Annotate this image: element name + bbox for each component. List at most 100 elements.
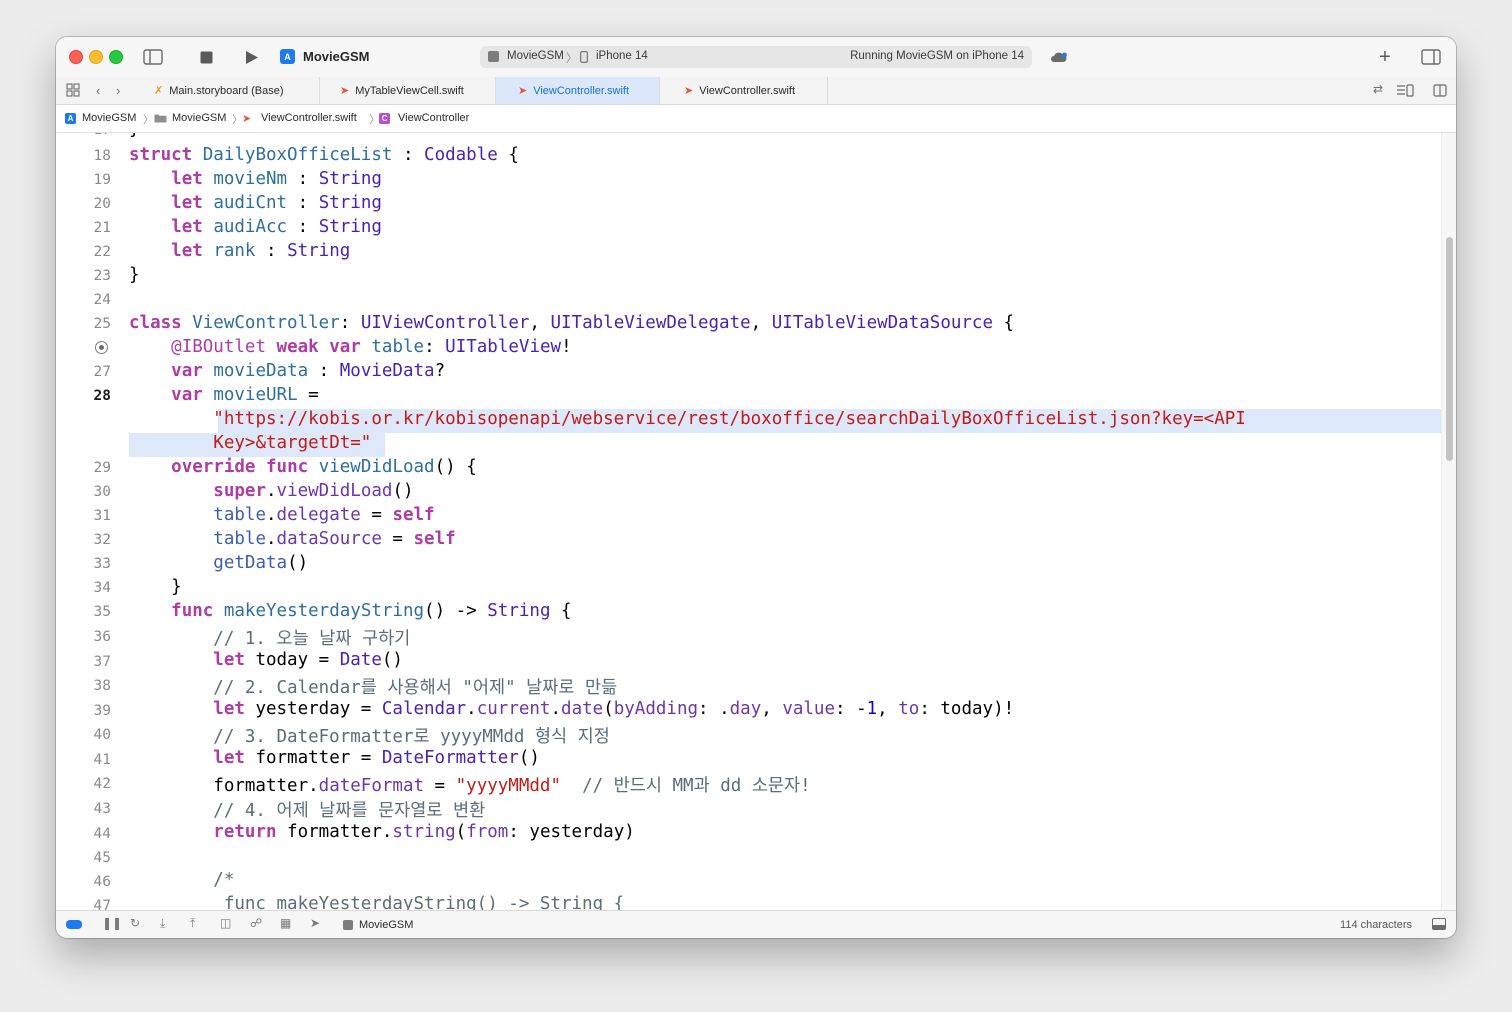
- crumb-symbol[interactable]: ViewController: [398, 112, 469, 124]
- editor-tab-bar: ‹ › ✗ Main.storyboard (Base) ➤ MyTableVi…: [56, 77, 1456, 105]
- line-number: 21: [93, 220, 111, 236]
- project-icon: A: [65, 113, 76, 124]
- console-toggle-icon[interactable]: [1432, 918, 1446, 930]
- line-number: 29: [93, 460, 111, 476]
- crumb-file[interactable]: ViewController.swift: [261, 112, 357, 124]
- line-number: 19: [93, 172, 111, 188]
- line-number: 34: [93, 580, 111, 596]
- stop-button[interactable]: [195, 46, 217, 68]
- code-line: var movieData : MovieData?: [171, 361, 446, 381]
- outlet-connection-icon[interactable]: [95, 341, 108, 354]
- line-number: 23: [93, 268, 111, 284]
- run-button[interactable]: [241, 46, 263, 68]
- debug-process-name[interactable]: MovieGSM: [359, 919, 413, 931]
- line-number: 45: [93, 850, 111, 866]
- tab-viewcontroller[interactable]: ➤ ViewController.swift: [660, 77, 828, 104]
- grid-icon: [66, 83, 80, 97]
- app-name: MovieGSM: [303, 49, 370, 64]
- swift-icon: ➤: [684, 85, 694, 97]
- toggle-inspector-button[interactable]: [1420, 46, 1442, 68]
- code-line: let audiAcc : String: [171, 217, 382, 237]
- swift-icon: ➤: [340, 85, 350, 97]
- debug-bar: ❚❚ ↻ ⤓ ⤒ ◫ ☍ ▦ ➤ MovieGSM 114 characters: [56, 910, 1456, 938]
- tab-main-storyboard[interactable]: ✗ Main.storyboard (Base): [134, 77, 320, 104]
- code-comment: // 2. Calendar를 사용해서 "어제" 날짜로 만듦: [129, 678, 618, 698]
- tab-mytableviewcell[interactable]: ➤ MyTableViewCell.swift: [320, 77, 496, 104]
- code-line: }: [129, 577, 182, 597]
- scheme-selector[interactable]: MovieGSM 〉 iPhone 14 Running MovieGSM on…: [480, 46, 1032, 68]
- code-line: let yesterday = Calendar.current.date(by…: [213, 699, 1015, 719]
- current-line-number: 28: [93, 388, 111, 404]
- code-line: let movieNm : String: [171, 169, 382, 189]
- swap-icon[interactable]: ⇄: [1373, 82, 1383, 96]
- step-over-icon[interactable]: ↻: [130, 916, 140, 930]
- code-line: class ViewController: UIViewController, …: [129, 313, 1015, 333]
- line-number: 27: [93, 364, 111, 380]
- add-button[interactable]: +: [1374, 46, 1396, 68]
- split-editor-button[interactable]: [1429, 79, 1451, 101]
- code-comment: func makeYesterdayString() -> String {: [129, 894, 625, 910]
- code-line: let formatter = DateFormatter(): [213, 748, 540, 768]
- class-icon: C: [379, 113, 390, 124]
- location-icon[interactable]: ➤: [310, 916, 320, 930]
- line-number: 46: [93, 874, 111, 890]
- toggle-navigator-button[interactable]: [142, 46, 164, 68]
- step-into-icon[interactable]: ⤓: [160, 916, 165, 931]
- line-number: 31: [93, 508, 111, 524]
- code-line: let audiCnt : String: [171, 193, 382, 213]
- code-line: let today = Date(): [213, 650, 403, 670]
- tab-label: Main.storyboard (Base): [169, 84, 284, 97]
- code-line: Key>&targetDt=": [213, 433, 372, 453]
- code-line: super.viewDidLoad(): [213, 481, 414, 501]
- pause-icon[interactable]: ❚❚: [102, 916, 122, 930]
- memory-graph-icon[interactable]: ☍: [250, 916, 262, 930]
- cloud-status[interactable]: [1048, 46, 1070, 68]
- tab-label: ViewController.swift: [699, 84, 795, 97]
- close-window-button[interactable]: [69, 50, 83, 64]
- line-number: 38: [93, 678, 111, 694]
- storyboard-icon: ✗: [154, 85, 164, 97]
- split-icon: [1433, 83, 1447, 97]
- line-number: 17: [56, 133, 111, 138]
- line-number: 18: [93, 148, 111, 164]
- zoom-window-button[interactable]: [109, 50, 123, 64]
- crumb-group[interactable]: MovieGSM: [172, 112, 226, 124]
- line-number: 20: [93, 196, 111, 212]
- cloud-icon: [1051, 52, 1067, 62]
- debug-area-toggle[interactable]: [66, 920, 82, 929]
- tab-viewcontroller-active[interactable]: ➤ ViewController.swift: [496, 77, 660, 104]
- step-out-icon[interactable]: ⤒: [190, 916, 195, 931]
- line-number: 24: [93, 292, 111, 308]
- code-comment: // 4. 어제 날짜를 문자열로 변환: [129, 801, 486, 821]
- forward-icon[interactable]: ›: [116, 83, 120, 98]
- line-number: 43: [93, 801, 111, 817]
- editor-scrollbar[interactable]: [1441, 133, 1456, 910]
- scheme-name[interactable]: MovieGSM: [507, 50, 564, 62]
- swift-icon: ➤: [242, 113, 252, 125]
- line-number: 36: [93, 629, 111, 645]
- tab-label: MyTableViewCell.swift: [355, 84, 464, 97]
- code-line: override func viewDidLoad() {: [171, 457, 477, 477]
- line-number: 32: [93, 532, 111, 548]
- minimize-window-button[interactable]: [89, 50, 103, 64]
- folder-icon: [154, 114, 167, 123]
- app-icon: A: [280, 49, 295, 64]
- line-number: 33: [93, 556, 111, 572]
- crumb-project[interactable]: MovieGSM: [82, 112, 136, 124]
- scheme-app-icon: [488, 51, 499, 62]
- editor-options-button[interactable]: [1394, 79, 1416, 101]
- scrollbar-thumb[interactable]: [1446, 237, 1453, 461]
- code-line: return formatter.string(from: yesterday): [213, 822, 635, 842]
- related-items-button[interactable]: [62, 79, 84, 101]
- stop-icon: [200, 51, 212, 63]
- view-debugger-icon[interactable]: ◫: [220, 916, 231, 930]
- crumb-separator: 〉: [143, 114, 154, 126]
- code-line: @IBOutlet weak var table: UITableView!: [171, 337, 572, 357]
- line-number: 22: [93, 244, 111, 260]
- device-name[interactable]: iPhone 14: [596, 50, 648, 62]
- environment-icon[interactable]: ▦: [280, 916, 291, 930]
- character-count: 114 characters: [1340, 919, 1412, 931]
- back-icon[interactable]: ‹: [96, 83, 100, 98]
- source-editor[interactable]: 17 } 18 struct DailyBoxOfficeList : Coda…: [56, 133, 1441, 910]
- tab-label: ViewController.swift: [533, 84, 629, 97]
